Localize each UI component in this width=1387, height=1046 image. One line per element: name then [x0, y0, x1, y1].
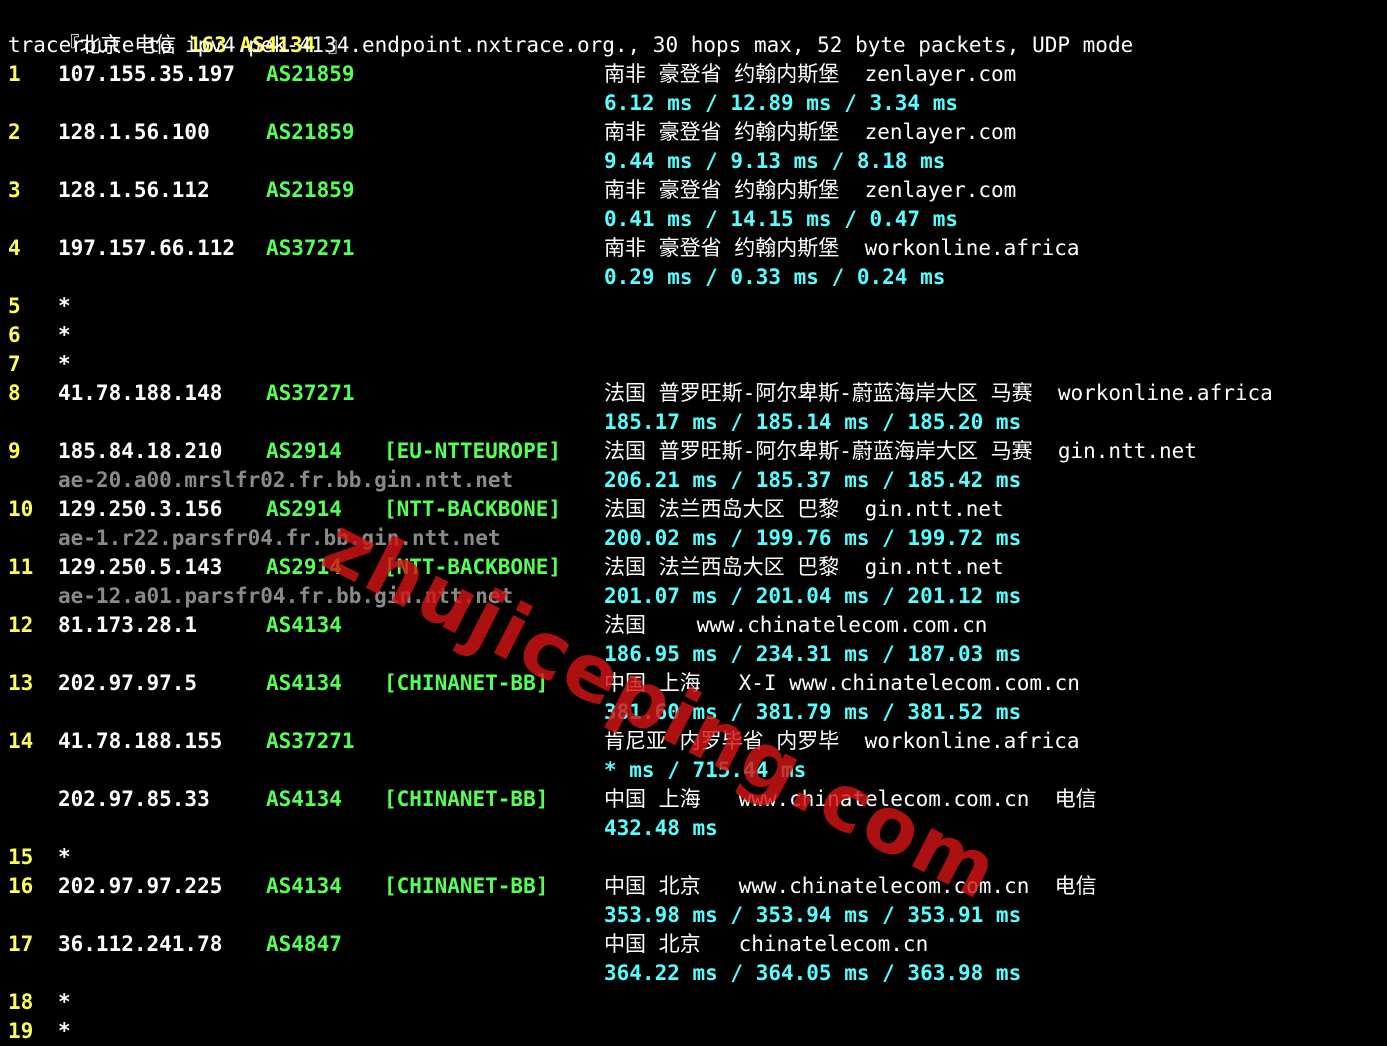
hop-asn: AS2914 — [266, 497, 342, 521]
hop-ip: * — [58, 294, 71, 318]
hop-asn: AS4134 — [266, 613, 342, 637]
hop-geo: 法国 法兰西岛大区 巴黎 gin.ntt.net — [604, 497, 1004, 521]
hop-tag: [CHINANET-BB] — [384, 787, 549, 811]
hop-geo: 中国 北京 chinatelecom.cn — [604, 932, 929, 956]
hop-number: 4 — [8, 236, 21, 260]
hop-rtt: 381.60 ms / 381.79 ms / 381.52 ms — [604, 700, 1022, 724]
hop-number: 7 — [8, 352, 21, 376]
hop-rdns: ae-20.a00.mrslfr02.fr.bb.gin.ntt.net — [58, 468, 514, 492]
hop-geo: 肯尼亚 内罗毕省 内罗毕 workonline.africa — [604, 729, 1080, 753]
hop-number: 18 — [8, 990, 34, 1014]
hop-ip: * — [58, 352, 71, 376]
hop-geo: 法国 普罗旺斯-阿尔卑斯-蔚蓝海岸大区 马赛 gin.ntt.net — [604, 439, 1197, 463]
hop-rtt: * ms / 715.44 ms — [604, 758, 807, 782]
hop-rtt: 6.12 ms / 12.89 ms / 3.34 ms — [604, 91, 959, 115]
hop-ip: 197.157.66.112 — [58, 236, 236, 260]
hop-number: 13 — [8, 671, 34, 695]
hop-ip: 202.97.97.5 — [58, 671, 198, 695]
hop-geo: 南非 豪登省 约翰内斯堡 zenlayer.com — [604, 178, 1017, 202]
hop-ip: * — [58, 1019, 71, 1043]
hop-rtt: 9.44 ms / 9.13 ms / 8.18 ms — [604, 149, 946, 173]
hop-geo: 南非 豪登省 约翰内斯堡 zenlayer.com — [604, 120, 1017, 144]
hop-ip: 128.1.56.112 — [58, 178, 210, 202]
hop-ip: 129.250.3.156 — [58, 497, 223, 521]
hop-asn: AS4134 — [266, 671, 342, 695]
hop-number: 5 — [8, 294, 21, 318]
hop-asn: AS4847 — [266, 932, 342, 956]
hop-ip: 107.155.35.197 — [58, 62, 236, 86]
hop-asn: AS37271 — [266, 236, 355, 260]
hop-ip: 41.78.188.155 — [58, 729, 223, 753]
hop-asn: AS4134 — [266, 787, 342, 811]
hop-number: 2 — [8, 120, 21, 144]
hop-geo: 法国 普罗旺斯-阿尔卑斯-蔚蓝海岸大区 马赛 workonline.africa — [604, 381, 1273, 405]
hop-rtt: 0.29 ms / 0.33 ms / 0.24 ms — [604, 265, 946, 289]
hop-ip: 128.1.56.100 — [58, 120, 210, 144]
hop-number: 3 — [8, 178, 21, 202]
hop-ip: 41.78.188.148 — [58, 381, 223, 405]
hop-geo: 法国 www.chinatelecom.com.cn — [604, 613, 988, 637]
hop-tag: [NTT-BACKBONE] — [384, 497, 562, 521]
hop-ip: 36.112.241.78 — [58, 932, 223, 956]
hop-rtt: 201.07 ms / 201.04 ms / 201.12 ms — [604, 584, 1022, 608]
hop-rtt: 186.95 ms / 234.31 ms / 187.03 ms — [604, 642, 1022, 666]
hop-ip: * — [58, 990, 71, 1014]
hop-number: 17 — [8, 932, 34, 956]
terminal-window: 『北京 电信 163 AS4134 』 traceroute to ipv4.p… — [0, 0, 1387, 1046]
hop-geo: 法国 法兰西岛大区 巴黎 gin.ntt.net — [604, 555, 1004, 579]
hop-asn: AS21859 — [266, 178, 355, 202]
hop-geo: 中国 北京 www.chinatelecom.com.cn 电信 — [604, 874, 1097, 898]
hop-number: 16 — [8, 874, 34, 898]
hop-ip: * — [58, 323, 71, 347]
hop-asn: AS37271 — [266, 729, 355, 753]
hop-number: 19 — [8, 1019, 34, 1043]
hop-ip: 202.97.85.33 — [58, 787, 210, 811]
hop-rtt: 432.48 ms — [604, 816, 718, 840]
hop-number: 1 — [8, 62, 21, 86]
hop-asn: AS37271 — [266, 381, 355, 405]
hop-tag: [EU-NTTEUROPE] — [384, 439, 562, 463]
hop-tag: [CHINANET-BB] — [384, 874, 549, 898]
hop-rtt: 200.02 ms / 199.76 ms / 199.72 ms — [604, 526, 1022, 550]
hop-ip: 202.97.97.225 — [58, 874, 223, 898]
hop-number: 11 — [8, 555, 34, 579]
hop-ip: 129.250.5.143 — [58, 555, 223, 579]
hop-asn: AS21859 — [266, 62, 355, 86]
hop-asn: AS4134 — [266, 874, 342, 898]
hop-ip: 81.173.28.1 — [58, 613, 198, 637]
hop-ip: 185.84.18.210 — [58, 439, 223, 463]
hop-tag: [CHINANET-BB] — [384, 671, 549, 695]
hop-geo: 南非 豪登省 约翰内斯堡 workonline.africa — [604, 236, 1080, 260]
hop-number: 9 — [8, 439, 21, 463]
hop-geo: 南非 豪登省 约翰内斯堡 zenlayer.com — [604, 62, 1017, 86]
hop-number: 12 — [8, 613, 34, 637]
hop-number: 14 — [8, 729, 34, 753]
hop-number: 8 — [8, 381, 21, 405]
command-line: traceroute to ipv4.pek-4134.endpoint.nxt… — [8, 33, 1134, 57]
hop-asn: AS21859 — [266, 120, 355, 144]
hop-ip: * — [58, 845, 71, 869]
hop-geo: 中国 上海 X-I www.chinatelecom.com.cn — [604, 671, 1080, 695]
hop-number: 15 — [8, 845, 34, 869]
hop-rtt: 185.17 ms / 185.14 ms / 185.20 ms — [604, 410, 1022, 434]
hop-tag: [NTT-BACKBONE] — [384, 555, 562, 579]
hop-rtt: 0.41 ms / 14.15 ms / 0.47 ms — [604, 207, 959, 231]
hop-geo: 中国 上海 www.chinatelecom.com.cn 电信 — [604, 787, 1097, 811]
hop-number: 10 — [8, 497, 34, 521]
hop-asn: AS2914 — [266, 439, 342, 463]
hop-asn: AS2914 — [266, 555, 342, 579]
title-line: 『北京 电信 163 AS4134 』 — [8, 2, 349, 57]
hop-rdns: ae-1.r22.parsfr04.fr.bb.gin.ntt.net — [58, 526, 501, 550]
hop-rtt: 206.21 ms / 185.37 ms / 185.42 ms — [604, 468, 1022, 492]
hop-rtt: 353.98 ms / 353.94 ms / 353.91 ms — [604, 903, 1022, 927]
hop-number: 6 — [8, 323, 21, 347]
hop-rtt: 364.22 ms / 364.05 ms / 363.98 ms — [604, 961, 1022, 985]
hop-rdns: ae-12.a01.parsfr04.fr.bb.gin.ntt.net — [58, 584, 514, 608]
